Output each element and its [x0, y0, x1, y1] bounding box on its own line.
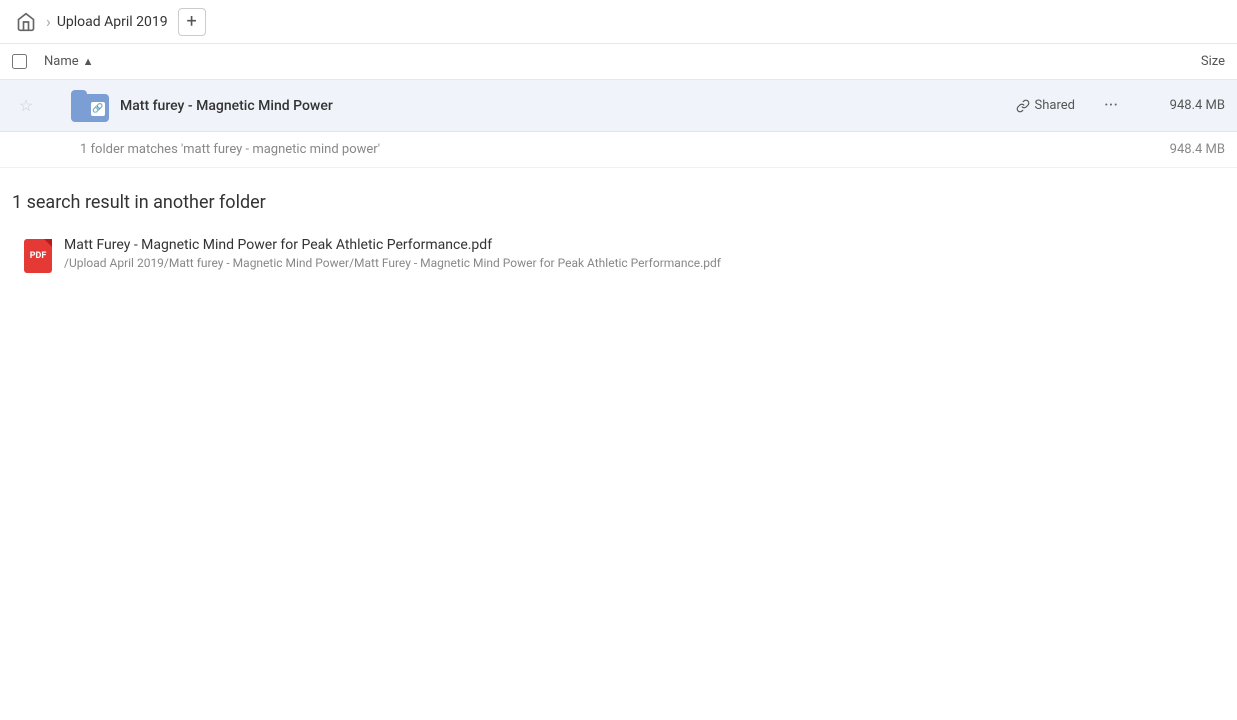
home-button[interactable] — [12, 8, 40, 36]
shared-label: Shared — [1035, 98, 1075, 113]
name-column-header[interactable]: Name ▲ — [44, 54, 1125, 69]
pdf-label: PDF — [30, 251, 47, 261]
breadcrumb-bar: › Upload April 2019 + — [0, 0, 1237, 44]
link-icon — [1016, 99, 1030, 113]
name-label: Name — [44, 54, 79, 69]
search-result-section: 1 search result in another folder PDF Ma… — [0, 168, 1237, 297]
more-options-button[interactable]: ··· — [1095, 90, 1127, 122]
folder-link-badge — [91, 102, 105, 116]
match-info-text: 1 folder matches 'matt furey - magnetic … — [80, 142, 380, 157]
folder-icon-wrapper — [68, 88, 112, 124]
more-icon: ··· — [1104, 95, 1118, 116]
folder-name[interactable]: Matt furey - Magnetic Mind Power — [120, 98, 1016, 114]
match-info-bar: 1 folder matches 'matt furey - magnetic … — [0, 132, 1237, 168]
breadcrumb-folder-name[interactable]: Upload April 2019 — [57, 14, 168, 30]
add-button[interactable]: + — [178, 8, 206, 36]
match-info-size: 948.4 MB — [1170, 142, 1225, 157]
pdf-name[interactable]: Matt Furey - Magnetic Mind Power for Pea… — [64, 237, 721, 253]
header-checkbox-col — [12, 54, 44, 69]
select-all-checkbox[interactable] — [12, 54, 27, 69]
pdf-path: /Upload April 2019/Matt furey - Magnetic… — [64, 256, 721, 270]
pdf-icon: PDF — [24, 239, 52, 273]
shared-button[interactable]: Shared — [1016, 98, 1075, 113]
breadcrumb-separator: › — [46, 12, 51, 31]
folder-row[interactable]: ☆ Matt furey - Magnetic Mind Power Share… — [0, 80, 1237, 132]
folder-icon — [71, 90, 109, 122]
folder-size: 948.4 MB — [1135, 98, 1225, 113]
pdf-result-row[interactable]: PDF Matt Furey - Magnetic Mind Power for… — [12, 229, 1225, 281]
column-header-row: Name ▲ Size — [0, 44, 1237, 80]
star-icon: ☆ — [19, 96, 33, 115]
pdf-info: Matt Furey - Magnetic Mind Power for Pea… — [64, 237, 721, 270]
search-result-heading: 1 search result in another folder — [12, 192, 1225, 213]
sort-arrow-icon: ▲ — [83, 55, 94, 68]
size-column-header[interactable]: Size — [1125, 54, 1225, 69]
star-button[interactable]: ☆ — [12, 96, 40, 115]
